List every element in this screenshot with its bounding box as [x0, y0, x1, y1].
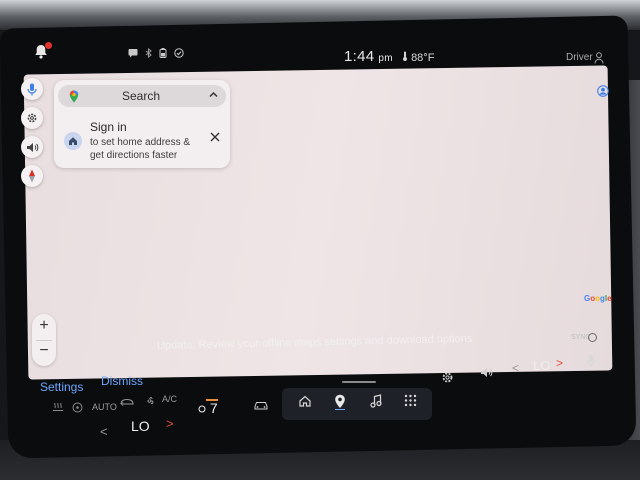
- sound-button[interactable]: [21, 136, 43, 158]
- dock-handle[interactable]: [342, 381, 376, 383]
- microphone-icon[interactable]: [586, 354, 596, 367]
- home-icon: [69, 137, 77, 145]
- climate-bar: AUTO A/C: [40, 394, 320, 434]
- close-icon[interactable]: [210, 132, 220, 142]
- fan-icon[interactable]: [146, 396, 156, 406]
- message-icon: [128, 49, 138, 58]
- settings-link[interactable]: Settings: [40, 380, 83, 394]
- dismiss-link[interactable]: Dismiss: [101, 374, 143, 388]
- temperature-value: 88°F: [411, 52, 435, 64]
- recirculation-icon[interactable]: [120, 398, 134, 408]
- temp-down-left-icon[interactable]: <: [100, 424, 108, 439]
- check-circle-icon: [174, 48, 184, 58]
- chevron-up-icon[interactable]: [209, 91, 218, 98]
- battery-icon: [159, 48, 167, 58]
- music-note-icon[interactable]: [370, 394, 382, 408]
- clock-time: 1:44: [344, 48, 375, 65]
- voice-button[interactable]: [21, 78, 43, 100]
- search-bar[interactable]: Search: [58, 85, 226, 107]
- maps-pin-icon: [69, 90, 79, 103]
- steering-heat-icon[interactable]: [72, 402, 83, 413]
- notification-dot: [45, 42, 52, 49]
- search-label: Search: [122, 89, 161, 103]
- fan-speed-value: 7: [209, 400, 218, 416]
- fan-speed[interactable]: 7: [198, 400, 218, 416]
- status-icons: [128, 48, 184, 58]
- map-pin-icon[interactable]: [334, 394, 346, 410]
- bluetooth-icon: [145, 48, 152, 58]
- clock-ampm: pm: [378, 53, 393, 64]
- person-icon[interactable]: [594, 51, 604, 64]
- rear-defrost-icon[interactable]: [52, 402, 64, 413]
- outside-temperature: 88°F: [402, 51, 434, 64]
- compass-icon: [29, 169, 35, 183]
- thermometer-icon: [403, 51, 407, 61]
- microphone-icon: [27, 83, 37, 95]
- left-temperature: LO: [131, 418, 150, 434]
- sign-in-description: to set home address & get directions fas…: [90, 137, 191, 161]
- app-grid-icon[interactable]: [404, 394, 417, 407]
- temp-up-left-icon[interactable]: >: [166, 416, 174, 431]
- account-icon[interactable]: [597, 85, 609, 97]
- driver-label[interactable]: Driver: [566, 52, 593, 63]
- climate-settings-icon[interactable]: [441, 371, 454, 384]
- compass-button[interactable]: [21, 165, 43, 187]
- ac-label[interactable]: A/C: [162, 394, 177, 404]
- google-letter: e: [607, 294, 612, 303]
- auto-climate-label[interactable]: AUTO: [92, 402, 117, 412]
- settings-button[interactable]: [21, 107, 43, 129]
- map-card: Search Sign in to set home address & get…: [54, 80, 230, 168]
- fan-speed-icon: [198, 405, 206, 413]
- clock: 1:44 pm: [344, 48, 393, 65]
- google-attribution: Google: [584, 294, 612, 303]
- volume-icon[interactable]: [480, 367, 493, 378]
- home-address-button[interactable]: [64, 132, 82, 150]
- temp-up-right-icon[interactable]: >: [556, 356, 563, 370]
- right-temperature: LO: [533, 358, 551, 373]
- zoom-in-button[interactable]: +: [32, 317, 56, 335]
- car-icon[interactable]: [254, 400, 268, 410]
- temp-down-right-icon[interactable]: <: [512, 361, 519, 375]
- notification-bell-icon[interactable]: [34, 42, 52, 60]
- speaker-icon: [26, 142, 38, 152]
- gear-icon: [27, 113, 37, 123]
- sign-in-title[interactable]: Sign in: [90, 120, 127, 134]
- sync-indicator: [588, 333, 597, 342]
